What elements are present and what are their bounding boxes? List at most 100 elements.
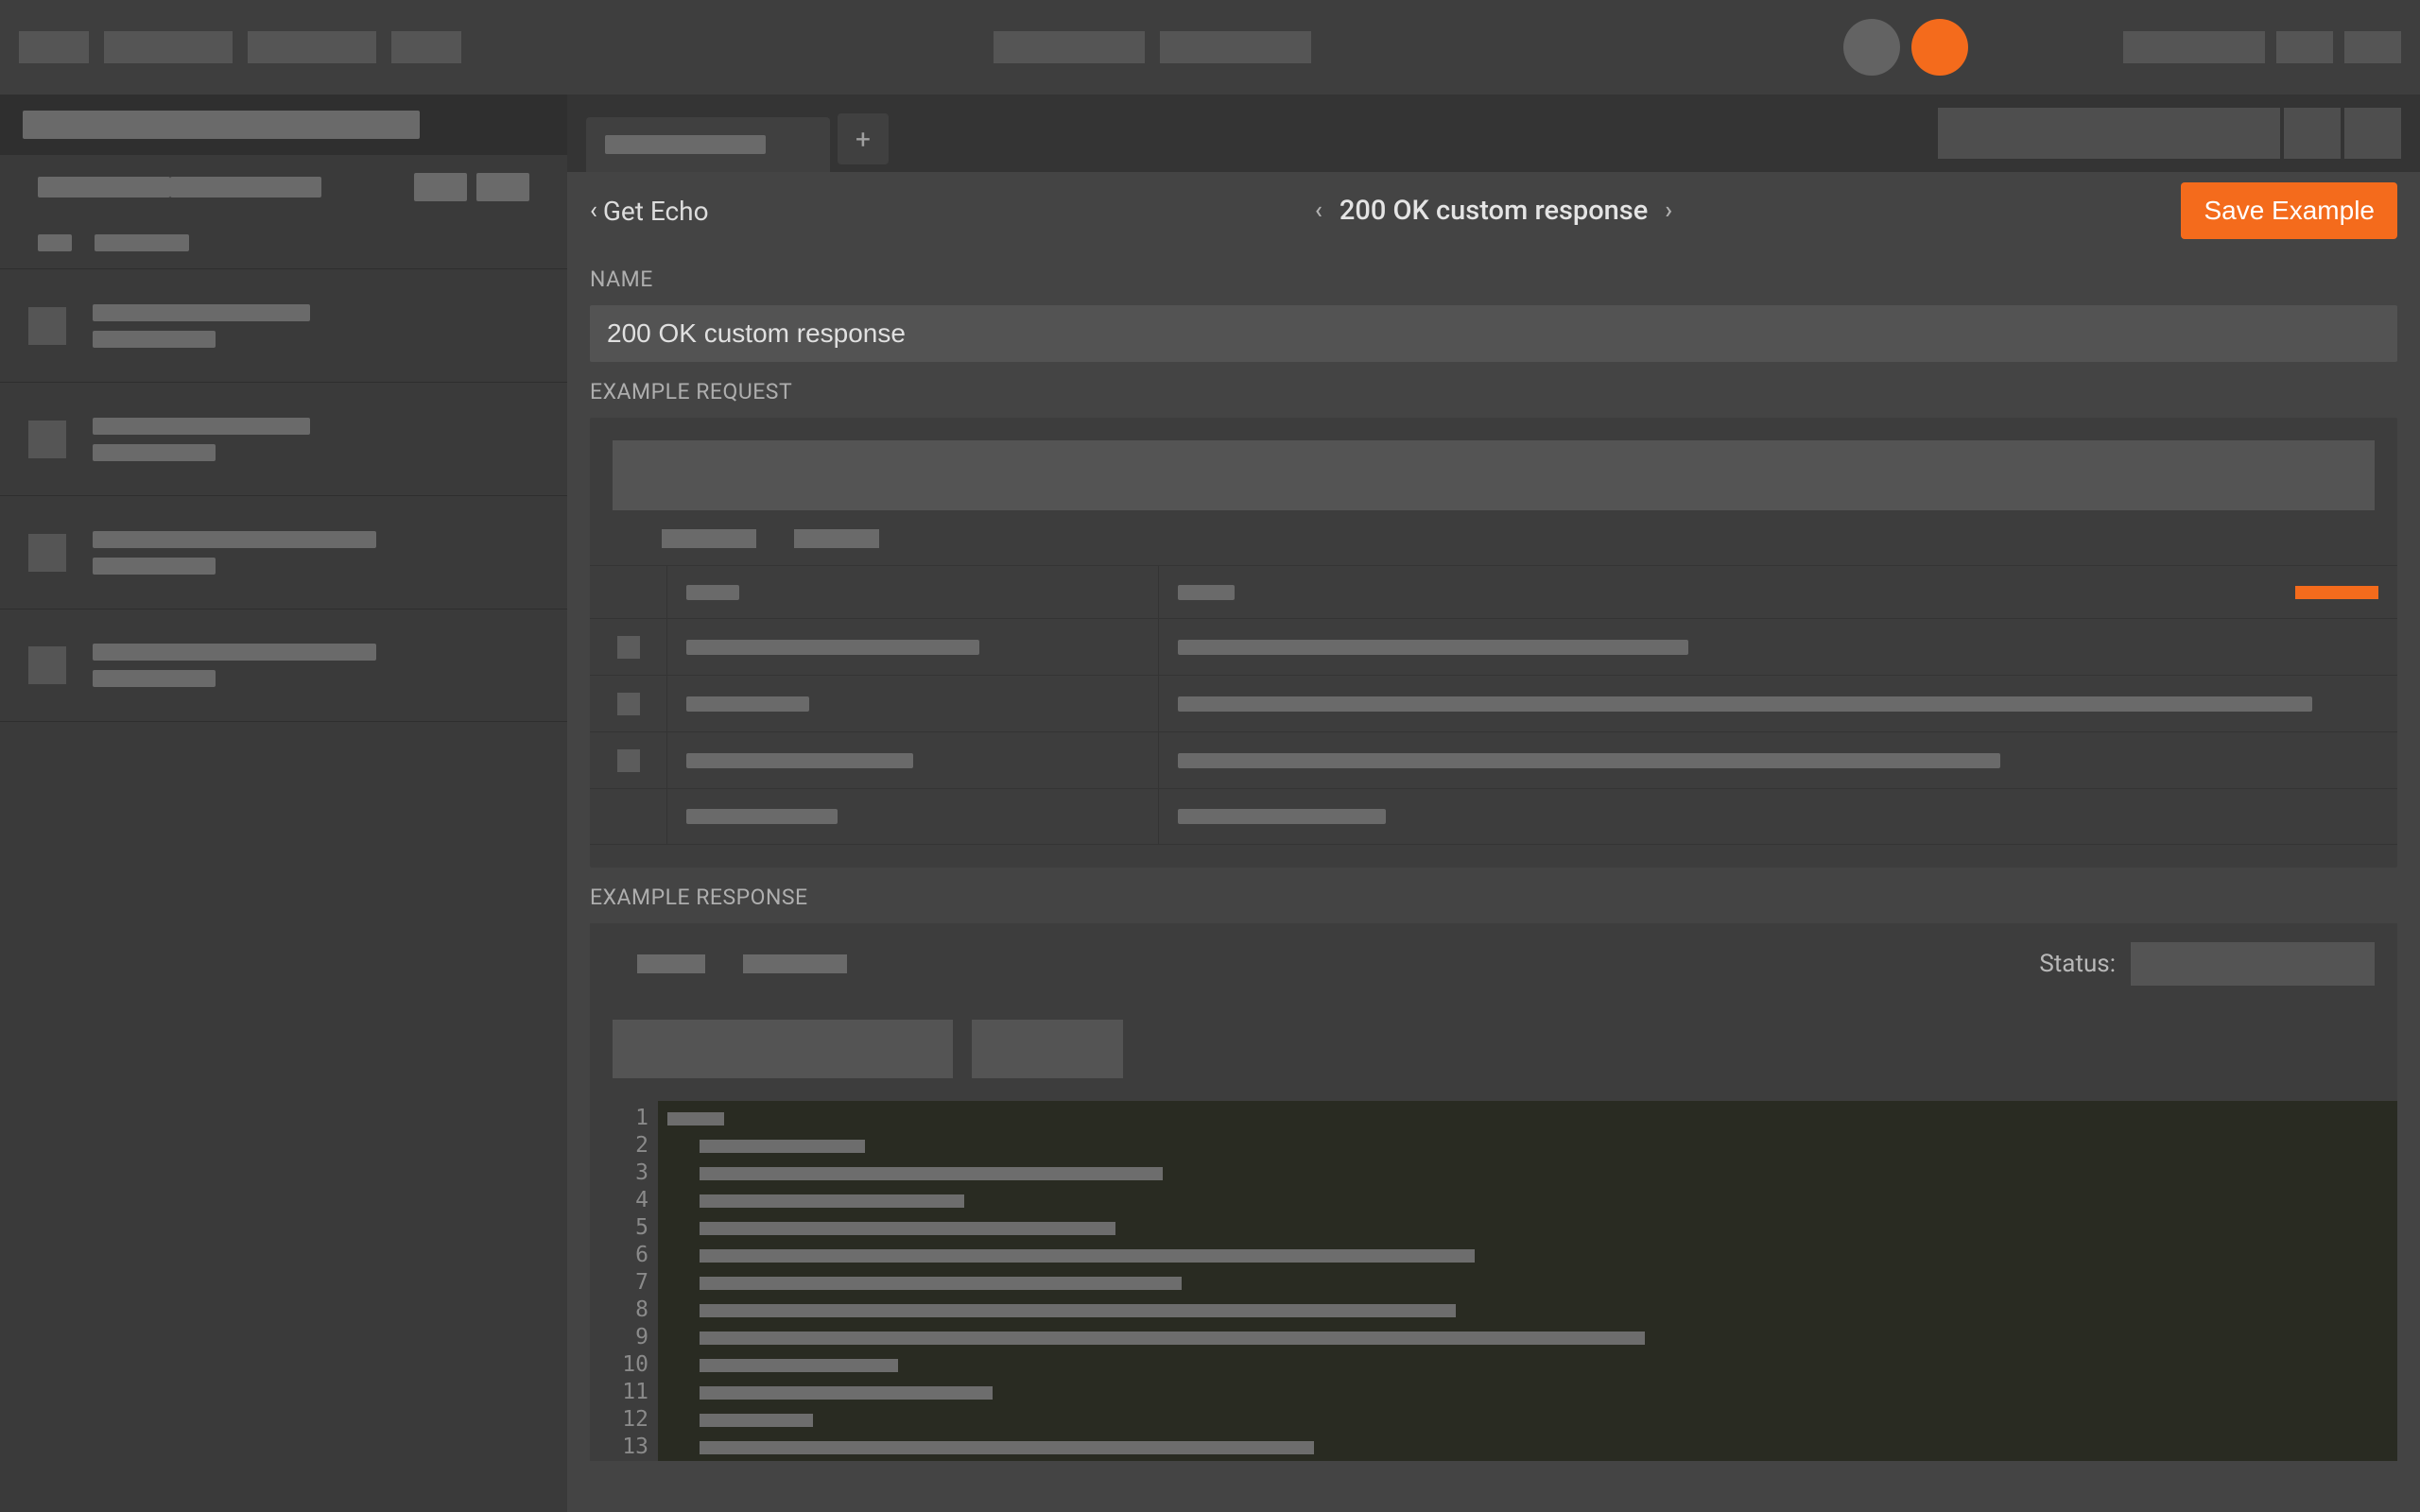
code-lines[interactable] [658,1101,2397,1461]
sidebar-meta [95,234,189,251]
settings-button[interactable] [2344,108,2401,159]
topbar-item[interactable] [104,31,233,63]
add-tab-button[interactable]: + [838,113,889,164]
topbar-item[interactable] [19,31,89,63]
collection-icon [28,307,66,345]
example-title: 200 OK custom response [1340,195,1648,227]
topbar-right-item[interactable] [2276,31,2333,63]
environment-selector[interactable] [1938,108,2280,159]
response-body-editor[interactable]: 12345678910111213 [590,1101,2397,1461]
back-link[interactable]: ‹ Get Echo [590,196,709,227]
param-checkbox[interactable] [617,693,640,715]
request-subtab[interactable] [662,529,756,548]
app-topbar [0,0,2420,94]
sidebar-item-title [93,531,376,548]
topbar-right-item[interactable] [2123,31,2265,63]
sidebar-item-sub [93,670,216,687]
param-checkbox[interactable] [617,749,640,772]
tabs-right-controls [1938,108,2401,159]
collection-icon [28,646,66,684]
name-label: NAME [590,266,2397,292]
param-value-input[interactable] [1178,753,2000,768]
sidebar-filter-input[interactable] [23,111,420,139]
sidebar-filter-row [0,94,567,155]
response-subtab[interactable] [743,954,847,973]
env-quicklook-button[interactable] [2284,108,2341,159]
sidebar-item[interactable] [0,268,567,382]
sidebar-item-title [93,418,310,435]
body-format-selector[interactable] [972,1020,1123,1078]
param-key-input[interactable] [686,809,838,824]
param-key-input[interactable] [686,696,809,712]
topbar-center-item[interactable] [1160,31,1311,63]
params-row [590,731,2397,788]
param-key-input[interactable] [686,640,979,655]
request-subtab[interactable] [794,529,879,548]
topbar-item[interactable] [248,31,376,63]
topbar-right-item[interactable] [2344,31,2401,63]
params-header-row [590,565,2397,618]
params-header-value [1178,585,1235,600]
sidebar-item-sub [93,558,216,575]
tab-label [605,135,766,154]
tabs-strip: + [567,94,2420,172]
save-example-button[interactable]: Save Example [2181,182,2397,239]
sidebar-item[interactable] [0,495,567,609]
status-label: Status: [2039,950,2116,978]
sidebar-item-title [93,304,310,321]
user-avatar[interactable] [1911,19,1968,76]
chevron-left-icon: ‹ [590,197,597,225]
topbar-center-group [461,31,1843,63]
params-row [590,618,2397,675]
params-header-key [686,585,739,600]
collection-icon [28,534,66,572]
example-content: NAME EXAMPLE REQUEST [567,266,2420,1461]
param-key-input[interactable] [686,753,913,768]
status-code-input[interactable] [2131,942,2375,986]
params-row [590,675,2397,731]
params-row-empty [590,788,2397,845]
sidebar-item[interactable] [0,609,567,722]
response-subtab[interactable] [637,954,705,973]
example-response-label: EXAMPLE RESPONSE [590,885,2397,910]
bulk-edit-link[interactable] [2295,586,2378,599]
request-url-bar[interactable] [613,440,2375,510]
param-value-input[interactable] [1178,809,1386,824]
sidebar-action[interactable] [476,173,529,201]
plus-icon: + [856,124,871,155]
sidebar-tabs-row [0,157,567,217]
sidebar-meta [38,234,72,251]
sidebar-tab[interactable] [38,177,170,198]
main-content: + ‹ Get Echo ‹ 200 OK custom response › … [567,94,2420,1512]
sidebar-item-sub [93,444,216,461]
body-type-selector[interactable] [613,1020,953,1078]
back-link-label: Get Echo [603,196,709,227]
example-name-input[interactable] [590,305,2397,362]
topbar-left-group [19,31,461,63]
sidebar-item-sub [93,331,216,348]
breadcrumb-row: ‹ Get Echo ‹ 200 OK custom response › Sa… [567,172,2420,249]
topbar-center-item[interactable] [994,31,1145,63]
example-title-nav: ‹ 200 OK custom response › [1315,195,1672,227]
topbar-item[interactable] [391,31,461,63]
param-checkbox[interactable] [617,636,640,659]
collection-icon [28,421,66,458]
line-gutter: 12345678910111213 [590,1101,658,1461]
request-subtabs [613,529,2375,548]
example-request-label: EXAMPLE REQUEST [590,379,2397,404]
sidebar-tab[interactable] [170,177,321,198]
param-value-input[interactable] [1178,640,1688,655]
sync-icon[interactable] [1843,19,1900,76]
sidebar-item[interactable] [0,382,567,495]
response-subtabs [613,954,847,973]
chevron-left-icon[interactable]: ‹ [1315,197,1322,225]
example-request-panel [590,418,2397,868]
sidebar-action[interactable] [414,173,467,201]
param-value-input[interactable] [1178,696,2312,712]
response-subtabs-row: Status: [590,923,2397,1005]
request-tab[interactable] [586,117,830,172]
sidebar [0,94,567,1512]
chevron-right-icon[interactable]: › [1665,197,1672,225]
params-table [590,565,2397,845]
sidebar-meta-row [0,217,567,268]
